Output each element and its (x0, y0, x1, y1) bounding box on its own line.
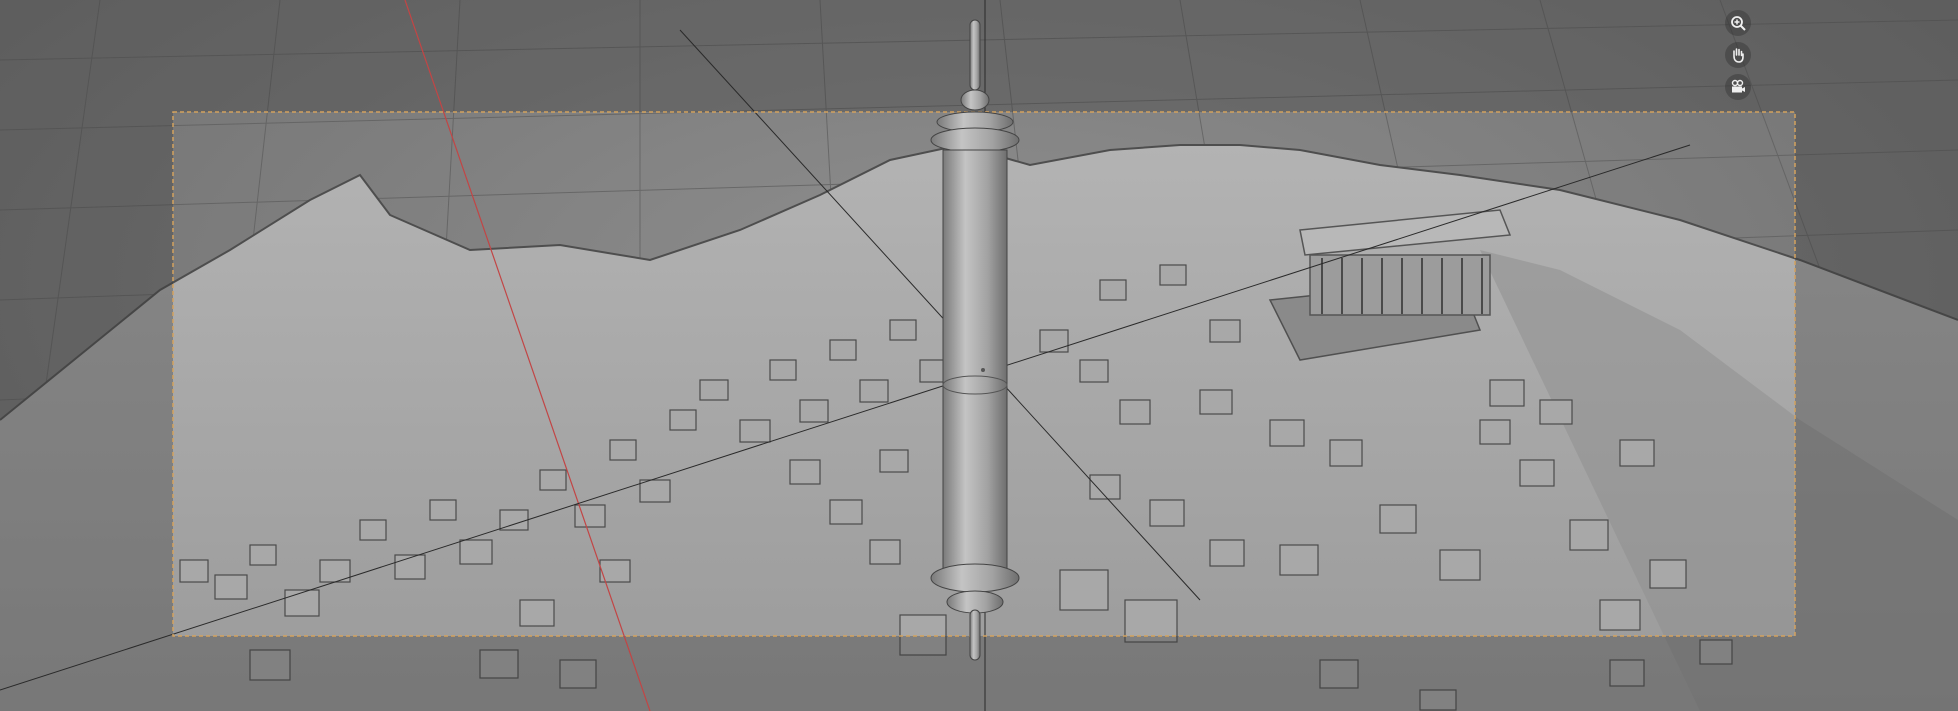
3d-scene (0, 0, 1958, 711)
camera-icon (1729, 78, 1747, 96)
pan-button[interactable] (1725, 42, 1751, 68)
hand-icon (1729, 46, 1747, 64)
camera-button[interactable] (1725, 74, 1751, 100)
navigation-gizmo (1720, 10, 1756, 100)
3d-viewport[interactable] (0, 0, 1958, 711)
column-object[interactable] (930, 19, 1020, 661)
zoom-in-icon (1729, 14, 1747, 32)
zoom-button[interactable] (1725, 10, 1751, 36)
